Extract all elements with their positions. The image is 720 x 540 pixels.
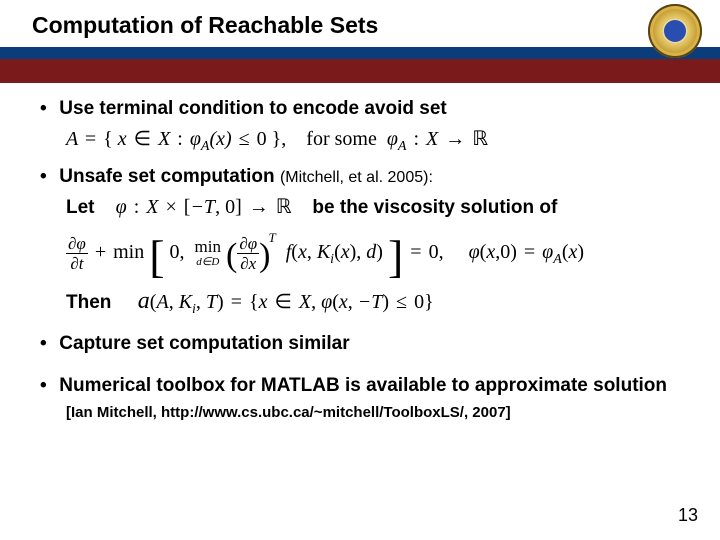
bullet-2-then: Then a(A, Ki, T) = {x ∈ X, φ(x, −T) ≤ 0} bbox=[66, 286, 680, 319]
then-label: Then bbox=[66, 292, 111, 313]
university-seal-icon bbox=[648, 4, 702, 58]
bullet-2-ref: (Mitchell, et al. 2005): bbox=[280, 169, 433, 186]
formula-result: a(A, Ki, T) = {x ∈ X, φ(x, −T) ≤ 0} bbox=[138, 291, 434, 313]
bullet-2-line2: Let φ : X × [−T, 0] → ℝ be the viscosity… bbox=[66, 195, 680, 220]
bullet-1: • Use terminal condition to encode avoid… bbox=[40, 97, 680, 121]
bullet-2: • Unsafe set computation (Mitchell, et a… bbox=[40, 165, 680, 189]
title-bar: Computation of Reachable Sets bbox=[0, 0, 720, 83]
slide: Computation of Reachable Sets • Use term… bbox=[0, 0, 720, 540]
bullet-dot-icon: • bbox=[40, 165, 54, 189]
bullet-4-text: Numerical toolbox for MATLAB is availabl… bbox=[59, 375, 667, 396]
bullet-3: • Capture set computation similar bbox=[40, 332, 680, 356]
page-number: 13 bbox=[678, 505, 698, 526]
title-blue-stripe bbox=[0, 47, 720, 59]
let-label: Let bbox=[66, 197, 95, 218]
title-top: Computation of Reachable Sets bbox=[0, 0, 720, 47]
bullet-2-text: Unsafe set computation bbox=[59, 166, 280, 187]
formula-avoid-set: A = { x ∈ X : φA(x) ≤ 0 }, for some φA :… bbox=[66, 127, 680, 156]
bullet-dot-icon: • bbox=[40, 97, 54, 121]
bullet-1-text: Use terminal condition to encode avoid s… bbox=[59, 98, 446, 119]
slide-body: • Use terminal condition to encode avoid… bbox=[0, 83, 720, 423]
formula-hjb: ∂φ∂t + min [ 0, mind∈D (∂φ∂x)T f(x, Ki(x… bbox=[66, 230, 680, 272]
bullet-dot-icon: • bbox=[40, 374, 54, 398]
bullet-3-text: Capture set computation similar bbox=[59, 333, 349, 354]
slide-title: Computation of Reachable Sets bbox=[32, 12, 720, 39]
title-red-stripe bbox=[0, 59, 720, 83]
viscosity-label: be the viscosity solution of bbox=[312, 197, 557, 218]
bullet-4: • Numerical toolbox for MATLAB is availa… bbox=[40, 374, 680, 398]
formula-phi-domain: φ : X × [−T, 0] → ℝ bbox=[116, 196, 297, 218]
citation: [Ian Mitchell, http://www.cs.ubc.ca/~mit… bbox=[66, 404, 680, 423]
bullet-dot-icon: • bbox=[40, 332, 54, 356]
